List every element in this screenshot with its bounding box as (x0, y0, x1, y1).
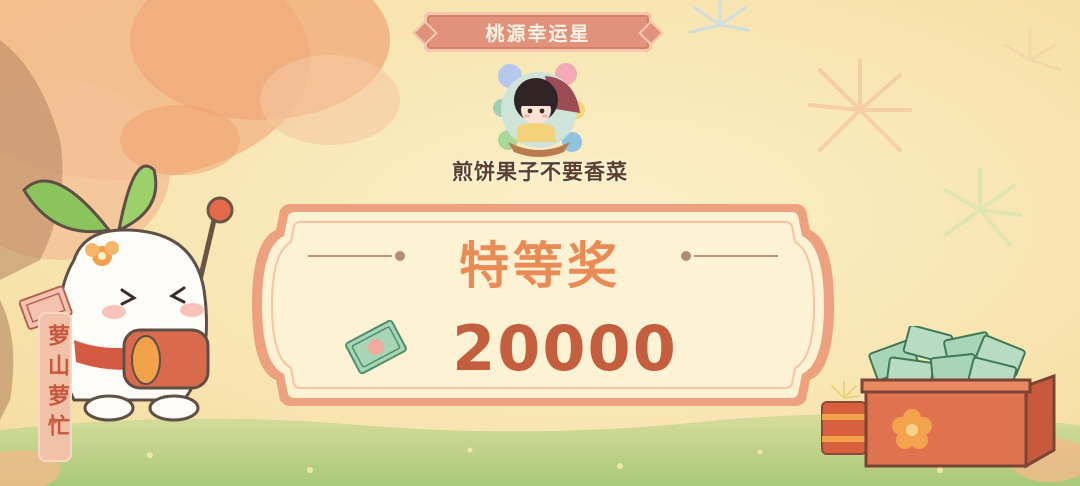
side-sign: 萝山萝忙 (38, 312, 72, 462)
banknote-icon (345, 319, 407, 375)
character-portrait-icon[interactable] (490, 58, 588, 162)
side-sign-text: 萝山萝忙 (44, 324, 69, 444)
event-title: 桃源幸运星 (485, 22, 591, 45)
prize-amount: 20000 (452, 312, 678, 385)
player-name: 煎饼果子不要香菜 (452, 160, 628, 184)
event-title-banner: 桃源幸运星 (412, 12, 664, 52)
gift-box-with-money-icon (860, 326, 1056, 469)
prize-tier: 特等奖 (459, 237, 621, 295)
